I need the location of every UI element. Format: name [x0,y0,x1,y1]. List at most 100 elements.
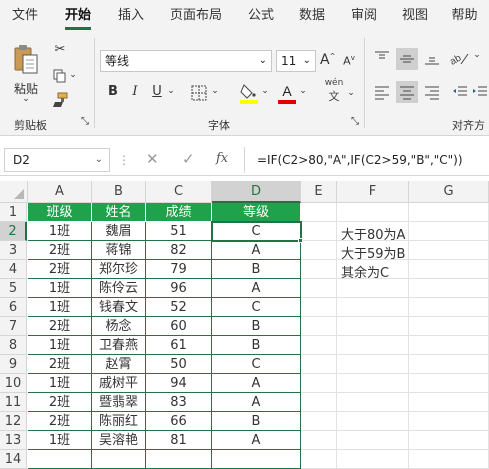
cell-b12[interactable]: 陈丽红 [92,412,146,431]
cell-d2[interactable]: C [212,222,301,241]
font-color-icon[interactable]: A [278,82,296,104]
cell-c12[interactable]: 66 [146,412,212,431]
borders-dropdown-icon[interactable]: ⌄ [210,86,220,96]
column-header-c[interactable]: C [146,181,212,203]
cell-g10[interactable] [409,374,489,393]
phonetic-guide-button[interactable]: wén [322,78,346,88]
cell-c8[interactable]: 61 [146,336,212,355]
row-header-10[interactable]: 10 [0,374,27,393]
column-header-b[interactable]: B [92,181,146,203]
cell-d4[interactable]: B [212,260,301,279]
phonetic-guide-icon[interactable]: 文 [325,88,343,104]
select-all-corner[interactable] [0,181,28,203]
cell-c2[interactable]: 51 [146,222,212,241]
cell-d12[interactable]: B [212,412,301,431]
cell-b6[interactable]: 钱春文 [92,298,146,317]
tab-review[interactable]: 审阅 [338,0,390,30]
cell-g1[interactable] [409,203,489,222]
decrease-indent-icon[interactable] [450,82,470,102]
cell-a8[interactable]: 1班 [28,336,92,355]
cell-e13[interactable] [301,431,337,450]
cell-d10[interactable]: A [212,374,301,393]
row-header-11[interactable]: 11 [0,393,27,412]
tab-view[interactable]: 视图 [390,0,440,30]
cell-d1[interactable]: 等级 [212,203,301,222]
cell-b14[interactable] [92,450,146,469]
align-middle-icon[interactable] [396,48,418,70]
cell-c4[interactable]: 79 [146,260,212,279]
cell-f12[interactable] [337,412,409,431]
enter-icon[interactable]: ✓ [182,150,196,168]
cell-b9[interactable]: 赵霄 [92,355,146,374]
cell-g2[interactable] [409,222,489,241]
align-top-icon[interactable] [372,48,392,68]
cell-g13[interactable] [409,431,489,450]
cell-b5[interactable]: 陈伶云 [92,279,146,298]
increase-indent-icon[interactable] [470,82,489,102]
cell-a7[interactable]: 2班 [28,317,92,336]
phonetic-dropdown-icon[interactable]: ⌄ [346,88,356,98]
clipboard-launcher-icon[interactable]: ⤡ [80,116,90,127]
decrease-font-size-button[interactable]: Av [342,54,356,68]
tab-insert[interactable]: 插入 [106,0,156,30]
cell-f14[interactable] [337,450,409,469]
orientation-icon[interactable]: ab [448,48,472,68]
cell-g11[interactable] [409,393,489,412]
cell-b10[interactable]: 戚树平 [92,374,146,393]
cell-c7[interactable]: 60 [146,317,212,336]
cell-b1[interactable]: 姓名 [92,203,146,222]
cell-c1[interactable]: 成绩 [146,203,212,222]
cell-d11[interactable]: A [212,393,301,412]
font-color-dropdown-icon[interactable]: ⌄ [298,86,308,96]
cell-d7[interactable]: B [212,317,301,336]
cell-e4[interactable] [301,260,337,279]
row-header-3[interactable]: 3 [0,241,27,260]
align-right-icon[interactable] [422,82,442,102]
cell-c11[interactable]: 83 [146,393,212,412]
align-bottom-icon[interactable] [422,48,442,68]
underline-dropdown-icon[interactable]: ⌄ [166,86,176,96]
cell-g7[interactable] [409,317,489,336]
column-header-e[interactable]: E [301,181,337,203]
cell-a2[interactable]: 1班 [28,222,92,241]
cell-c14[interactable] [146,450,212,469]
tab-home[interactable]: 开始 [50,0,106,30]
bold-button[interactable]: B [106,84,120,99]
increase-font-size-button[interactable]: A^ [320,52,335,68]
row-header-8[interactable]: 8 [0,336,27,355]
column-header-g[interactable]: G [409,181,489,203]
cell-g6[interactable] [409,298,489,317]
cell-e11[interactable] [301,393,337,412]
name-box[interactable]: D2 ⌄ [4,148,110,172]
cancel-icon[interactable]: ✕ [146,150,160,168]
cell-f5[interactable] [337,279,409,298]
cell-e12[interactable] [301,412,337,431]
cell-a6[interactable]: 1班 [28,298,92,317]
cell-e8[interactable] [301,336,337,355]
paste-dropdown-icon[interactable]: ⌄ [8,94,44,104]
tab-help[interactable]: 帮助 [440,0,489,30]
cell-a13[interactable]: 1班 [28,431,92,450]
row-header-4[interactable]: 4 [0,260,27,279]
cell-g5[interactable] [409,279,489,298]
row-header-9[interactable]: 9 [0,355,27,374]
underline-button[interactable]: U [150,84,164,99]
align-center-icon[interactable] [396,81,418,103]
row-header-7[interactable]: 7 [0,317,27,336]
cell-e10[interactable] [301,374,337,393]
column-header-a[interactable]: A [28,181,92,203]
cell-a10[interactable]: 1班 [28,374,92,393]
column-header-f[interactable]: F [337,181,409,203]
cell-f9[interactable] [337,355,409,374]
tab-data[interactable]: 数据 [286,0,338,30]
note-cell-f2[interactable]: 大于80为A [341,224,405,243]
cell-c10[interactable]: 94 [146,374,212,393]
cell-b7[interactable]: 杨念 [92,317,146,336]
worksheet-grid[interactable]: A B C D E F G 1 班级 姓名 成绩 等级 2 1班 魏眉 51 C 3 2班 蒋锦 82 A 4… [0,181,489,469]
cell-f13[interactable] [337,431,409,450]
cell-c6[interactable]: 52 [146,298,212,317]
formula-input[interactable]: =IF(C2>80,"A",IF(C2>59,"B","C")) [257,148,463,172]
paste-icon[interactable] [12,42,40,76]
row-header-13[interactable]: 13 [0,431,27,450]
cell-d6[interactable]: C [212,298,301,317]
